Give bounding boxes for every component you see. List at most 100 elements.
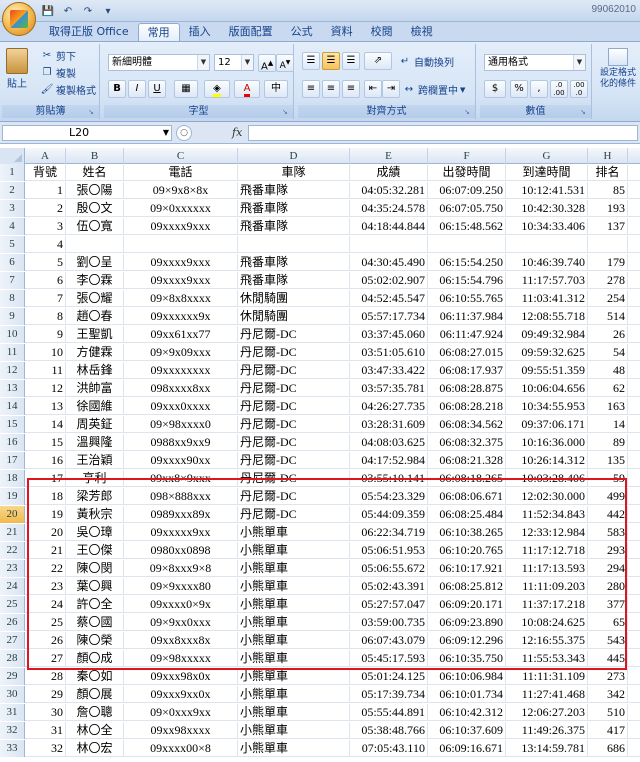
cell-a7[interactable]: 6 — [25, 272, 66, 289]
row-header[interactable]: 29 — [0, 668, 25, 685]
cell-c32[interactable]: 09xx98xxxx — [124, 722, 238, 739]
cell-b29[interactable]: 秦〇如 — [66, 668, 124, 685]
cell-h22[interactable]: 293 — [588, 542, 628, 559]
cell-c28[interactable]: 09×98xxxxx — [124, 650, 238, 667]
fill-color-button[interactable]: ◈ — [204, 80, 230, 98]
cell-e31[interactable]: 05:55:44.891 — [350, 704, 428, 721]
cell-d2[interactable]: 飛番車隊 — [238, 182, 350, 199]
cell-g7[interactable]: 11:17:57.703 — [506, 272, 588, 289]
cell-e26[interactable]: 03:59:00.735 — [350, 614, 428, 631]
cell-a24[interactable]: 23 — [25, 578, 66, 595]
cell-f19[interactable]: 06:08:06.671 — [428, 488, 506, 505]
phonetic-button[interactable]: 中 — [264, 80, 288, 98]
cell-f31[interactable]: 06:10:42.312 — [428, 704, 506, 721]
cell-f17[interactable]: 06:08:21.328 — [428, 452, 506, 469]
cell-e18[interactable]: 03:55:10.141 — [350, 470, 428, 487]
cell-f23[interactable]: 06:10:17.921 — [428, 560, 506, 577]
cell-f14[interactable]: 06:08:28.218 — [428, 398, 506, 415]
cell-h5[interactable] — [588, 236, 628, 253]
number-format-select[interactable]: 通用格式 ▼ — [484, 54, 586, 71]
cell-d10[interactable]: 丹尼爾-DC — [238, 326, 350, 343]
cell-c30[interactable]: 09xxx9xx0x — [124, 686, 238, 703]
cell-b16[interactable]: 溫興隆 — [66, 434, 124, 451]
align-left-button[interactable]: ≡ — [302, 80, 320, 98]
cell-f21[interactable]: 06:10:38.265 — [428, 524, 506, 541]
row-header[interactable]: 14 — [0, 398, 25, 415]
cell-e4[interactable]: 04:18:44.844 — [350, 218, 428, 235]
row-header[interactable]: 7 — [0, 272, 25, 289]
cell-d21[interactable]: 小熊單車 — [238, 524, 350, 541]
cell-c10[interactable]: 09xx61xx77 — [124, 326, 238, 343]
cell-d29[interactable]: 小熊單車 — [238, 668, 350, 685]
cell-c9[interactable]: 09xxxxxx9x — [124, 308, 238, 325]
cell-e14[interactable]: 04:26:27.735 — [350, 398, 428, 415]
cell-b25[interactable]: 許〇全 — [66, 596, 124, 613]
cell-h32[interactable]: 417 — [588, 722, 628, 739]
cell-b15[interactable]: 周英鉦 — [66, 416, 124, 433]
row-header[interactable]: 30 — [0, 686, 25, 703]
cell-b6[interactable]: 劉〇呈 — [66, 254, 124, 271]
cell-e27[interactable]: 06:07:43.079 — [350, 632, 428, 649]
cell-g29[interactable]: 11:11:31.109 — [506, 668, 588, 685]
cell-g21[interactable]: 12:33:12.984 — [506, 524, 588, 541]
cell-h24[interactable]: 280 — [588, 578, 628, 595]
cell-a26[interactable]: 25 — [25, 614, 66, 631]
cell-h9[interactable]: 514 — [588, 308, 628, 325]
cell-g27[interactable]: 12:16:55.375 — [506, 632, 588, 649]
row-header[interactable]: 25 — [0, 596, 25, 613]
cell-c31[interactable]: 09×0xxx9xx — [124, 704, 238, 721]
cell-a8[interactable]: 7 — [25, 290, 66, 307]
cell-b12[interactable]: 林岳鋒 — [66, 362, 124, 379]
cell-e1[interactable]: 成績 — [350, 164, 428, 181]
cell-e9[interactable]: 05:57:17.734 — [350, 308, 428, 325]
cell-d9[interactable]: 休閒騎團 — [238, 308, 350, 325]
cell-c21[interactable]: 09xxxxx9xx — [124, 524, 238, 541]
cell-a21[interactable]: 20 — [25, 524, 66, 541]
cell-d3[interactable]: 飛番車隊 — [238, 200, 350, 217]
row-header[interactable]: 28 — [0, 650, 25, 667]
cell-g6[interactable]: 10:46:39.740 — [506, 254, 588, 271]
copy-button[interactable]: ❐ 複製 — [40, 65, 76, 80]
cell-b19[interactable]: 梁芳郎 — [66, 488, 124, 505]
cell-g32[interactable]: 11:49:26.375 — [506, 722, 588, 739]
decrease-indent-button[interactable]: ⇤ — [364, 80, 382, 98]
row-header[interactable]: 1 — [0, 164, 25, 181]
cell-a23[interactable]: 22 — [25, 560, 66, 577]
redo-icon[interactable]: ↷ — [80, 4, 96, 19]
cell-d15[interactable]: 丹尼爾-DC — [238, 416, 350, 433]
cell-a30[interactable]: 29 — [25, 686, 66, 703]
cell-f11[interactable]: 06:08:27.015 — [428, 344, 506, 361]
row-header[interactable]: 21 — [0, 524, 25, 541]
cell-c11[interactable]: 09×9x09xxx — [124, 344, 238, 361]
cell-a33[interactable]: 32 — [25, 740, 66, 757]
cell-g10[interactable]: 09:49:32.984 — [506, 326, 588, 343]
cell-a17[interactable]: 16 — [25, 452, 66, 469]
cell-g4[interactable]: 10:34:33.406 — [506, 218, 588, 235]
cell-f20[interactable]: 06:08:25.484 — [428, 506, 506, 523]
cell-b33[interactable]: 林〇宏 — [66, 740, 124, 757]
dialog-launcher-icon[interactable]: ↘ — [88, 108, 97, 117]
row-header[interactable]: 18 — [0, 470, 25, 487]
cell-g9[interactable]: 12:08:55.718 — [506, 308, 588, 325]
cell-a2[interactable]: 1 — [25, 182, 66, 199]
cell-d30[interactable]: 小熊單車 — [238, 686, 350, 703]
align-top-button[interactable]: ☰ — [302, 52, 320, 70]
customize-qat-icon[interactable]: ▾ — [100, 4, 116, 19]
cell-f22[interactable]: 06:10:20.765 — [428, 542, 506, 559]
cell-h1[interactable]: 排名 — [588, 164, 628, 181]
conditional-formatting-button[interactable]: 設定格式化的條件 — [598, 48, 638, 90]
cell-g18[interactable]: 10:03:28.406 — [506, 470, 588, 487]
align-middle-button[interactable]: ☰ — [322, 52, 340, 70]
cell-c24[interactable]: 09×9xxxx80 — [124, 578, 238, 595]
cell-d32[interactable]: 小熊單車 — [238, 722, 350, 739]
row-header[interactable]: 17 — [0, 452, 25, 469]
cell-e28[interactable]: 05:45:17.593 — [350, 650, 428, 667]
cell-b32[interactable]: 林〇全 — [66, 722, 124, 739]
cell-g12[interactable]: 09:55:51.359 — [506, 362, 588, 379]
cell-h29[interactable]: 273 — [588, 668, 628, 685]
cell-e10[interactable]: 03:37:45.060 — [350, 326, 428, 343]
cell-c5[interactable] — [124, 236, 238, 253]
cell-f32[interactable]: 06:10:37.609 — [428, 722, 506, 739]
cell-e24[interactable]: 05:02:43.391 — [350, 578, 428, 595]
row-header[interactable]: 32 — [0, 722, 25, 739]
